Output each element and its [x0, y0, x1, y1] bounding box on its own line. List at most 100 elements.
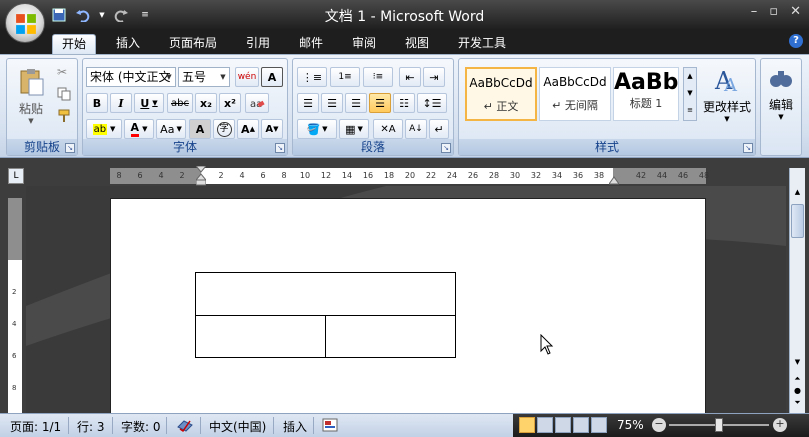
tab-insert[interactable]: 插入 [107, 34, 149, 54]
indent-marker-icon[interactable] [194, 165, 208, 186]
style-normal[interactable]: AaBbCcDd ↵ 正文 [465, 67, 537, 121]
char-border-button[interactable]: A [261, 67, 283, 87]
align-left-button[interactable]: ☰ [297, 93, 319, 113]
styles-launcher-icon[interactable]: ↘ [743, 143, 753, 153]
chevron-down-icon[interactable]: ▼ [217, 68, 229, 86]
undo-dropdown-icon[interactable]: ▼ [98, 6, 106, 24]
char-shading-button[interactable]: A [189, 119, 211, 139]
save-icon[interactable] [50, 6, 68, 24]
scroll-down-icon[interactable]: ▼ [791, 358, 804, 370]
table-cell[interactable] [196, 316, 325, 357]
web-layout-view-icon[interactable] [555, 417, 571, 433]
zoom-level[interactable]: 75% [617, 418, 644, 432]
tab-home[interactable]: 开始 [52, 34, 96, 54]
styles-scroll[interactable]: ▲ ▼ ≡ [683, 67, 697, 121]
qat-dropdown-icon[interactable]: ≡ [136, 6, 154, 24]
change-case-button[interactable]: Aa ▼ [156, 119, 186, 139]
vertical-ruler[interactable]: 2 4 6 8 [8, 198, 22, 413]
increase-indent-button[interactable]: ⇥ [423, 67, 445, 87]
page-count[interactable]: 页面: 1/1 [10, 418, 61, 435]
grow-font-button[interactable]: A ▲ [237, 119, 259, 139]
strikethrough-button[interactable]: abc [167, 93, 193, 113]
underline-button[interactable]: U ▼ [134, 93, 164, 113]
format-painter-icon[interactable] [57, 109, 73, 125]
spelling-check-icon[interactable] [176, 417, 194, 436]
table[interactable] [195, 272, 456, 358]
shrink-font-button[interactable]: A ▼ [261, 119, 283, 139]
chevron-down-icon[interactable]: ▼ [684, 85, 696, 102]
tab-mailings[interactable]: 邮件 [291, 34, 331, 54]
decrease-indent-button[interactable]: ⇤ [399, 67, 421, 87]
print-layout-view-icon[interactable] [519, 417, 535, 433]
style-heading-1[interactable]: AaBb 标题 1 [613, 67, 679, 121]
close-button[interactable]: ✕ [790, 4, 801, 19]
next-page-icon[interactable]: ⏷ [791, 398, 804, 410]
scroll-thumb[interactable] [791, 204, 804, 238]
zoom-slider-thumb[interactable] [715, 418, 723, 432]
word-count[interactable]: 字数: 0 [121, 418, 161, 435]
subscript-button[interactable]: x₂ [195, 93, 217, 113]
zoom-out-icon[interactable]: − [652, 418, 666, 432]
restore-button[interactable]: ▫ [769, 4, 778, 19]
table-cell[interactable] [196, 273, 455, 315]
chinese-layout-button[interactable]: ✕A [373, 119, 403, 139]
style-no-spacing[interactable]: AaBbCcDd ↵ 无间隔 [539, 67, 611, 121]
minimize-button[interactable]: – [751, 4, 758, 19]
paragraph-launcher-icon[interactable]: ↘ [441, 143, 451, 153]
right-indent-marker-icon[interactable] [608, 174, 620, 185]
more-styles-icon[interactable]: ≡ [684, 102, 696, 119]
tab-developer[interactable]: 开发工具 [450, 34, 514, 54]
copy-icon[interactable] [57, 87, 73, 103]
macro-record-icon[interactable] [322, 418, 338, 435]
chevron-down-icon[interactable]: ▼ [163, 68, 175, 86]
bullets-button[interactable]: ⋮≡ [297, 67, 327, 87]
outline-view-icon[interactable] [573, 417, 589, 433]
phonetic-guide-button[interactable]: wén [235, 67, 259, 87]
clipboard-launcher-icon[interactable]: ↘ [65, 143, 75, 153]
align-center-button[interactable]: ☰ [321, 93, 343, 113]
full-screen-view-icon[interactable] [537, 417, 553, 433]
language-indicator[interactable]: 中文(中国) [209, 418, 266, 435]
text-highlight-button[interactable]: ab ▼ [86, 119, 122, 139]
tab-view[interactable]: 视图 [397, 34, 437, 54]
scroll-up-icon[interactable]: ▲ [791, 188, 804, 200]
change-styles-button[interactable]: AA 更改样式 ▼ [701, 65, 753, 135]
shading-button[interactable]: 🪣 ▼ [297, 119, 337, 139]
justify-button[interactable]: ☰ [369, 93, 391, 113]
table-cell[interactable] [326, 316, 455, 357]
tab-references[interactable]: 引用 [238, 34, 278, 54]
bold-button[interactable]: B [86, 93, 108, 113]
line-spacing-button[interactable]: ↕☰ [417, 93, 447, 113]
browse-object-icon[interactable]: ● [791, 386, 804, 398]
sort-button[interactable]: A↓ [405, 119, 427, 139]
office-button[interactable] [5, 3, 45, 43]
zoom-in-icon[interactable]: + [773, 418, 787, 432]
enclose-char-button[interactable]: 字 [213, 119, 235, 139]
previous-page-icon[interactable]: ⏶ [791, 374, 804, 386]
insert-mode[interactable]: 插入 [283, 418, 307, 435]
redo-icon[interactable] [112, 6, 130, 24]
show-marks-button[interactable]: ↵ [429, 119, 449, 139]
font-launcher-icon[interactable]: ↘ [275, 143, 285, 153]
line-number[interactable]: 行: 3 [77, 418, 105, 435]
multilevel-list-button[interactable]: ⁝≡ [363, 67, 393, 87]
draft-view-icon[interactable] [591, 417, 607, 433]
clear-formatting-button[interactable]: aa [245, 93, 269, 113]
font-size-combo[interactable]: 五号 ▼ [178, 67, 230, 87]
font-color-button[interactable]: A ▼ [124, 119, 154, 139]
editing-button[interactable]: 编辑 ▼ [764, 65, 798, 135]
document-page[interactable] [110, 198, 706, 418]
italic-button[interactable]: I [110, 93, 132, 113]
numbering-button[interactable]: 1≡ [330, 67, 360, 87]
superscript-button[interactable]: x² [219, 93, 241, 113]
vertical-scrollbar[interactable]: ▲ ▼ ⏶ ● ⏷ [789, 168, 805, 413]
help-icon[interactable]: ? [789, 34, 803, 48]
cut-icon[interactable]: ✂ [57, 65, 73, 81]
font-name-combo[interactable]: 宋体 (中文正文 ▼ [86, 67, 176, 87]
tab-review[interactable]: 审阅 [344, 34, 384, 54]
borders-button[interactable]: ▦ ▼ [339, 119, 369, 139]
undo-icon[interactable] [74, 6, 92, 24]
tab-page-layout[interactable]: 页面布局 [163, 34, 223, 54]
tab-selector-button[interactable]: L [8, 168, 24, 184]
distributed-button[interactable]: ☷ [393, 93, 415, 113]
